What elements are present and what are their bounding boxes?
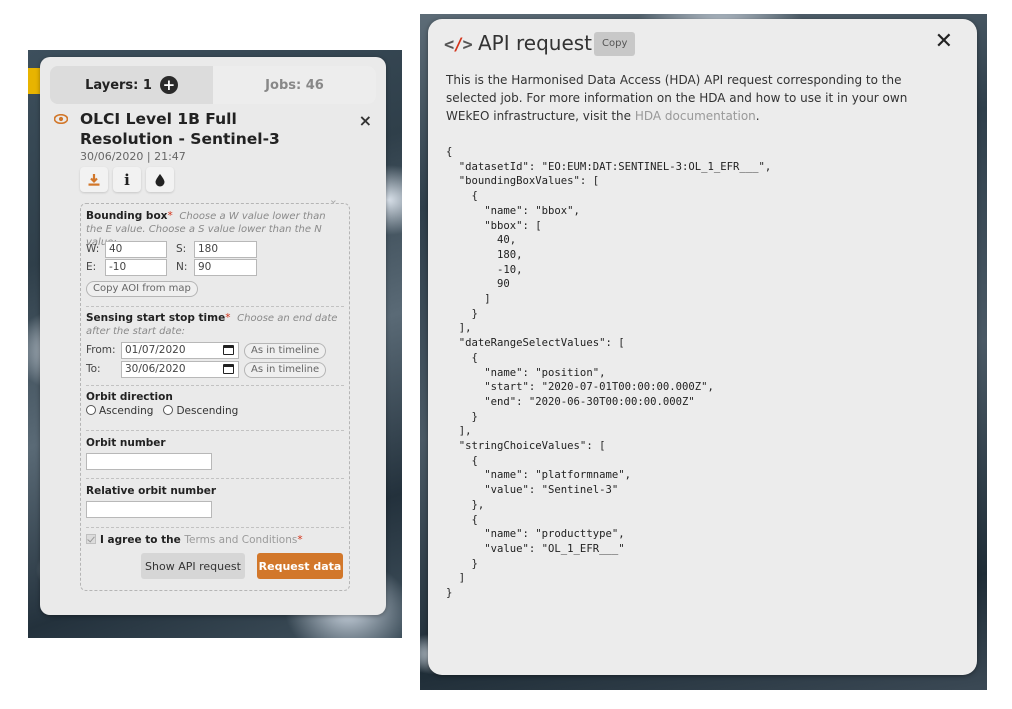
code-icon: </>	[444, 35, 473, 55]
panel-tabs: Layers: 1 + Jobs: 46	[50, 66, 376, 104]
hda-documentation-link[interactable]: HDA documentation	[635, 109, 756, 123]
eye-icon[interactable]	[54, 114, 68, 124]
w-input[interactable]: 40	[105, 241, 167, 258]
divider	[86, 478, 344, 479]
to-date-input[interactable]: 30/06/2020	[121, 361, 239, 378]
from-as-timeline-button[interactable]: As in timeline	[244, 343, 327, 359]
drop-icon	[155, 173, 165, 186]
download-button[interactable]	[80, 167, 108, 192]
radio-descending-label: Descending	[176, 405, 239, 417]
relative-orbit-input[interactable]	[86, 501, 212, 518]
calendar-icon[interactable]	[223, 364, 234, 374]
sensing-heading: Sensing start stop time* Choose an end d…	[86, 312, 344, 338]
n-label: N:	[176, 261, 188, 273]
radio-icon	[163, 405, 174, 415]
orbit-number-input[interactable]	[86, 453, 212, 470]
info-icon: i	[124, 170, 130, 189]
s-label: S:	[176, 243, 187, 255]
download-icon	[88, 173, 100, 186]
tab-jobs[interactable]: Jobs: 46	[213, 66, 376, 104]
from-date-input[interactable]: 01/07/2020	[121, 342, 239, 359]
tab-jobs-label: Jobs: 46	[265, 77, 324, 93]
api-request-code: { "datasetId": "EO:EUM:DAT:SENTINEL-3:OL…	[446, 146, 772, 600]
sensing-label: Sensing start stop time	[86, 312, 226, 324]
radio-ascending[interactable]: Ascending	[86, 405, 153, 417]
orbit-direction-heading: Orbit direction	[86, 391, 344, 403]
e-label: E:	[86, 261, 97, 273]
radio-icon	[86, 405, 96, 415]
divider	[86, 385, 344, 386]
description-end: .	[755, 109, 760, 123]
w-label: W:	[86, 243, 100, 255]
modal-description: This is the Harmonised Data Access (HDA)…	[446, 71, 931, 125]
terms-required: *	[297, 534, 303, 546]
terms-link[interactable]: Terms and Conditions	[184, 534, 297, 546]
divider	[86, 430, 344, 431]
request-data-button[interactable]: Request data	[257, 553, 343, 579]
relative-orbit-heading: Relative orbit number	[86, 485, 344, 497]
bbox-required: *	[167, 210, 173, 222]
layers-panel: Layers: 1 + Jobs: 46 OLCI Level 1B Full …	[40, 57, 386, 615]
show-api-request-button[interactable]: Show API request	[141, 553, 245, 579]
orbit-number-heading: Orbit number	[86, 437, 344, 449]
orbit-direction-label: Orbit direction	[86, 391, 173, 403]
layer-date: 30/06/2020 | 21:47	[80, 150, 186, 163]
copy-button[interactable]: Copy	[594, 32, 636, 56]
layer-tools: i	[80, 167, 174, 192]
tab-layers[interactable]: Layers: 1 +	[50, 66, 213, 104]
calendar-icon[interactable]	[223, 345, 234, 355]
to-label: To:	[86, 363, 101, 375]
bbox-label: Bounding box	[86, 210, 168, 222]
relative-orbit-label: Relative orbit number	[86, 485, 217, 497]
layer-title: OLCI Level 1B Full Resolution - Sentinel…	[80, 110, 280, 148]
copy-aoi-button[interactable]: Copy AOI from map	[86, 281, 198, 297]
close-layer-icon[interactable]: ×	[359, 111, 372, 130]
request-form: Bounding box* Choose a W value lower tha…	[80, 203, 350, 591]
modal-title: API request	[478, 31, 593, 55]
s-input[interactable]: 180	[194, 241, 257, 258]
style-button[interactable]	[146, 167, 174, 192]
add-layer-icon[interactable]: +	[159, 76, 178, 94]
orbit-number-label: Orbit number	[86, 437, 166, 449]
terms-checkbox[interactable]	[86, 534, 96, 544]
divider	[86, 527, 344, 528]
radio-ascending-label: Ascending	[99, 405, 154, 417]
from-label: From:	[86, 344, 116, 356]
sensing-required: *	[225, 312, 231, 324]
api-request-modal: </> API request Copy ✕ This is the Harmo…	[428, 19, 977, 675]
terms-prefix: I agree to the	[100, 534, 185, 546]
orbit-direction-options: Ascending Descending	[86, 405, 344, 417]
tab-layers-label: Layers: 1	[85, 77, 152, 93]
radio-descending[interactable]: Descending	[163, 405, 238, 417]
e-input[interactable]: -10	[105, 259, 167, 276]
n-input[interactable]: 90	[194, 259, 257, 276]
divider	[86, 306, 344, 307]
terms-row: I agree to the Terms and Conditions*	[86, 534, 344, 546]
info-button[interactable]: i	[113, 167, 141, 192]
to-as-timeline-button[interactable]: As in timeline	[244, 362, 327, 378]
close-icon[interactable]: ✕	[935, 29, 953, 54]
